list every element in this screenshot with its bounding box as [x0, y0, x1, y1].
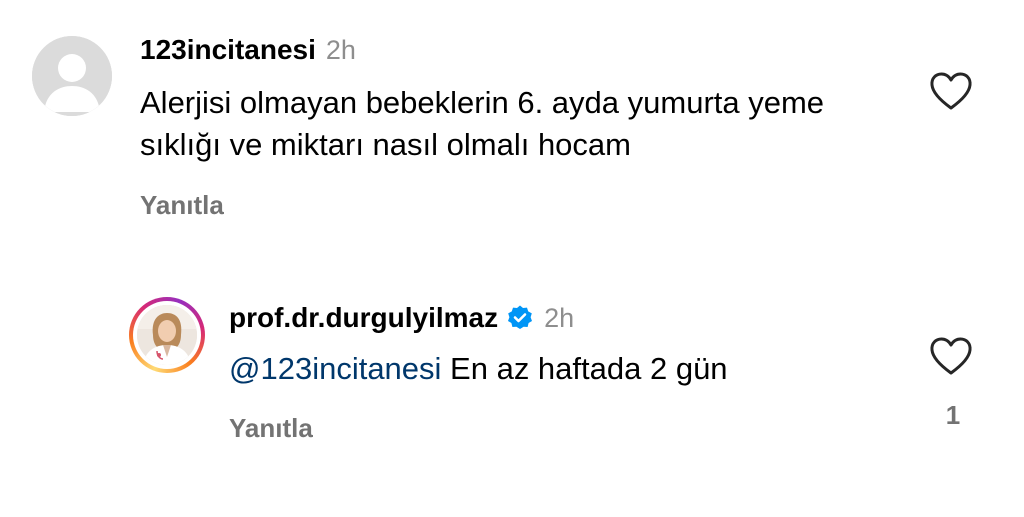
- comment-text: @123incitanesi En az haftada 2 gün: [229, 348, 728, 390]
- like-count[interactable]: 1: [943, 400, 963, 431]
- mention-link[interactable]: @123incitanesi: [229, 351, 441, 386]
- timestamp: 2h: [325, 35, 356, 65]
- comment-body: En az haftada 2 gün: [441, 351, 728, 386]
- profile-photo: [137, 305, 197, 365]
- reply-button[interactable]: Yanıtla: [140, 190, 224, 221]
- heart-icon[interactable]: [929, 71, 973, 111]
- verified-badge-icon: [506, 304, 534, 332]
- username[interactable]: 123incitanesi: [140, 34, 316, 66]
- timestamp: 2h: [544, 302, 575, 333]
- reply-button[interactable]: Yanıtla: [229, 413, 313, 444]
- username[interactable]: prof.dr.durgulyilmaz: [229, 302, 498, 334]
- comment-header: 123incitanesi 2h: [140, 34, 356, 70]
- comment-text: Alerjisi olmayan bebeklerin 6. ayda yumu…: [140, 85, 825, 162]
- default-avatar-icon: [32, 36, 112, 116]
- comment-header: prof.dr.durgulyilmaz 2h: [229, 300, 574, 336]
- heart-icon[interactable]: [929, 336, 973, 376]
- avatar[interactable]: [129, 297, 205, 373]
- avatar[interactable]: [32, 36, 112, 116]
